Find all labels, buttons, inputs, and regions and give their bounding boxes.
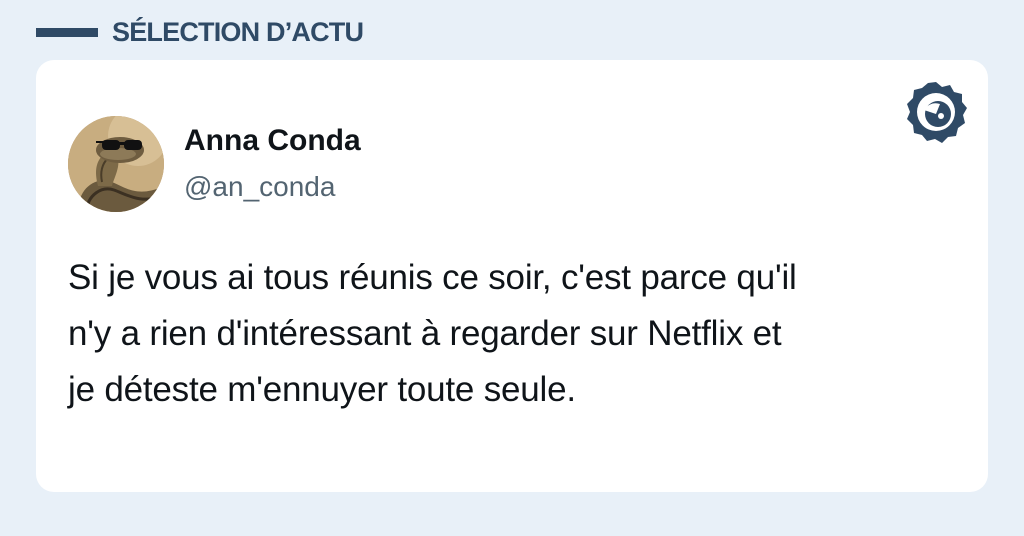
section-header: SÉLECTION D’ACTU <box>36 14 364 50</box>
author-name[interactable]: Anna Conda <box>184 124 361 157</box>
tweet-card: Anna Conda @an_conda Si je vous ai tous … <box>36 60 988 492</box>
author-handle[interactable]: @an_conda <box>184 171 335 203</box>
snake-avatar-icon <box>68 116 164 212</box>
tweet-text: Si je vous ai tous réunis ce soir, c'est… <box>68 258 797 409</box>
eye-logo-icon <box>904 80 968 144</box>
avatar[interactable] <box>68 116 164 212</box>
section-bar <box>36 27 98 37</box>
section-title: SÉLECTION D’ACTU <box>112 16 364 47</box>
